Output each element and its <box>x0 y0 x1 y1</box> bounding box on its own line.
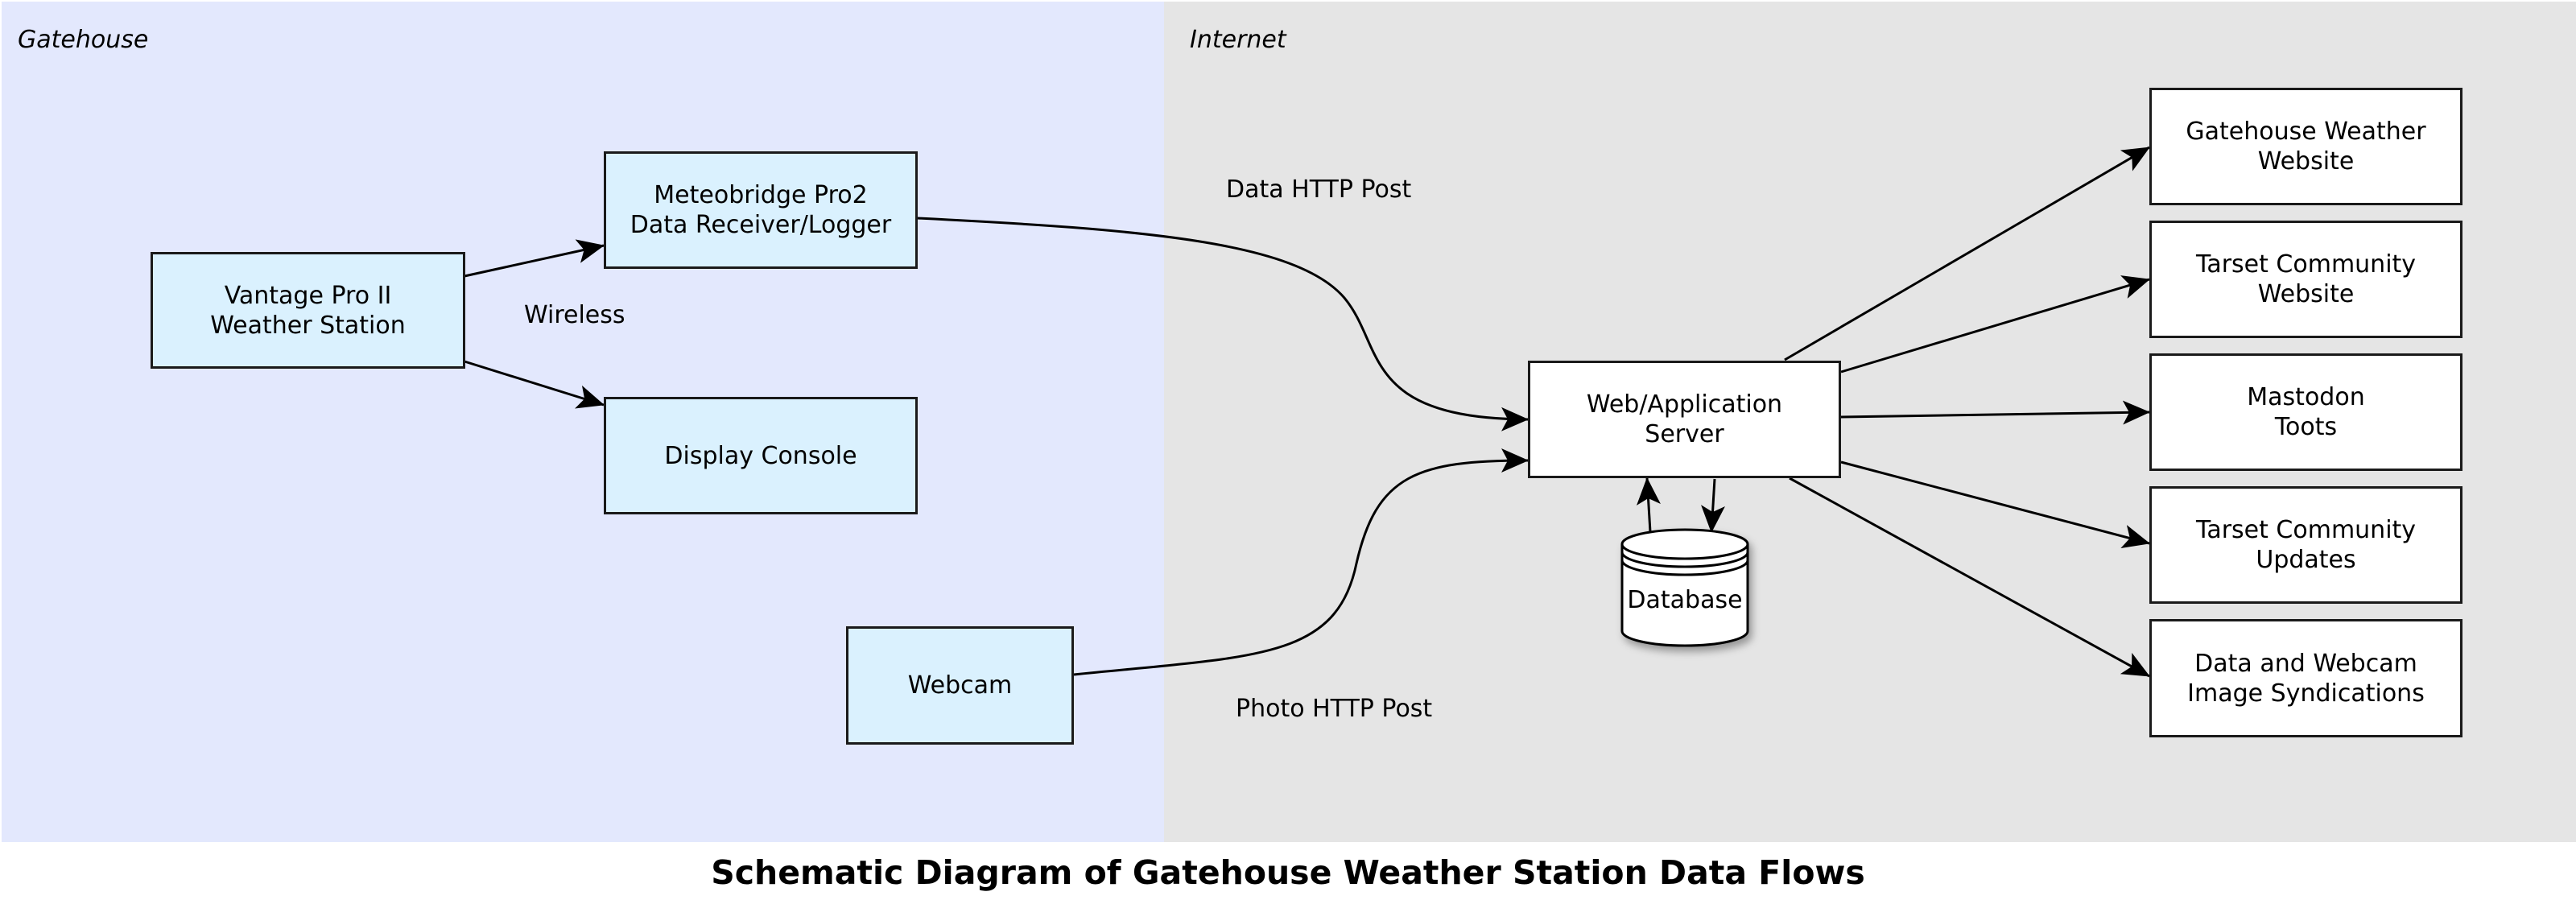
web-application-server-node[interactable]: Web/Application Server <box>1528 361 1841 478</box>
gatehouse-weather-website-node[interactable]: Gatehouse Weather Website <box>2149 88 2462 205</box>
internet-zone-label: Internet <box>1190 26 1286 54</box>
diagram-caption: Schematic Diagram of Gatehouse Weather S… <box>711 853 1865 892</box>
photo-http-post-edge-label: Photo HTTP Post <box>1236 695 1433 723</box>
webcam-node-label: Webcam <box>907 671 1013 700</box>
wireless-edge-label: Wireless <box>524 301 625 329</box>
meteobridge-node-label: Meteobridge Pro2 Data Receiver/Logger <box>630 181 892 239</box>
vantage-node-label: Vantage Pro II Weather Station <box>210 281 406 340</box>
mastodon-toots-node[interactable]: Mastodon Toots <box>2149 353 2462 471</box>
gatehouse-zone-label: Gatehouse <box>18 26 149 54</box>
tarset-updates-label: Tarset Community Updates <box>2195 516 2417 574</box>
tarset-community-website-node[interactable]: Tarset Community Website <box>2149 221 2462 338</box>
vantage-pro-weather-station-node[interactable]: Vantage Pro II Weather Station <box>151 252 465 369</box>
gatehouse-website-label: Gatehouse Weather Website <box>2186 118 2426 175</box>
display-console-node-label: Display Console <box>664 441 857 470</box>
webcam-node[interactable]: Webcam <box>846 626 1074 745</box>
tarset-community-updates-node[interactable]: Tarset Community Updates <box>2149 486 2462 604</box>
mastodon-label: Mastodon Toots <box>2247 383 2365 441</box>
server-node-label: Web/Application Server <box>1586 390 1783 448</box>
data-http-post-edge-label: Data HTTP Post <box>1226 175 1412 204</box>
tarset-website-label: Tarset Community Website <box>2195 250 2417 308</box>
syndications-node[interactable]: Data and Webcam Image Syndications <box>2149 619 2462 737</box>
syndications-label: Data and Webcam Image Syndications <box>2187 649 2425 708</box>
display-console-node[interactable]: Display Console <box>604 397 918 514</box>
meteobridge-node[interactable]: Meteobridge Pro2 Data Receiver/Logger <box>604 151 918 269</box>
diagram-canvas: Gatehouse Internet Vantage Pro II Weathe… <box>0 0 2576 900</box>
database-node-label[interactable]: Database <box>1620 586 1750 614</box>
